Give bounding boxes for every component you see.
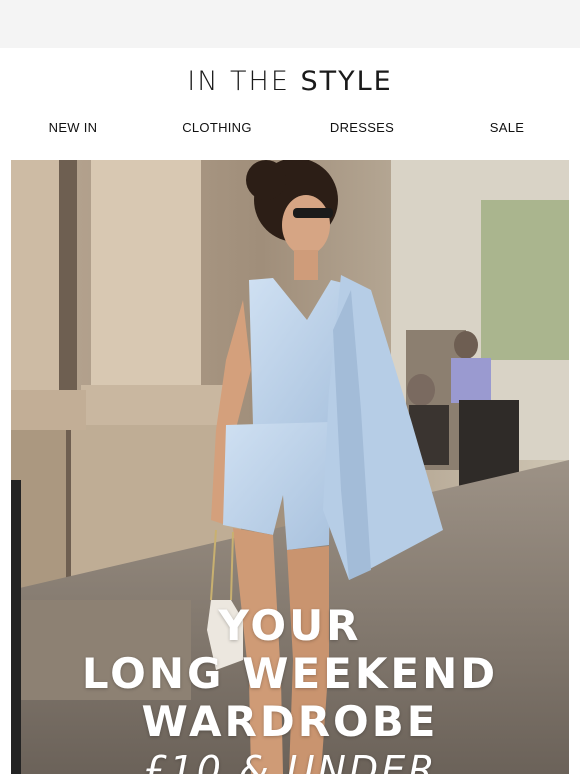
hero-banner[interactable]: YOUR LONG WEEKEND WARDROBE £10 & UNDER: [11, 160, 569, 774]
logo-text-part1: IN THE: [187, 66, 301, 97]
nav-item-new-in[interactable]: NEW IN: [49, 120, 98, 135]
hero-headline-line3: WARDROBE: [141, 697, 439, 746]
hero-headline-line1: YOUR: [218, 601, 362, 650]
hero-price-line: £10 & UNDER: [142, 748, 438, 774]
brand-logo[interactable]: IN THE STYLE: [0, 62, 580, 102]
nav-item-sale[interactable]: SALE: [490, 120, 524, 135]
nav-item-clothing[interactable]: CLOTHING: [182, 120, 252, 135]
top-bar: [0, 0, 580, 48]
main-nav: NEW IN CLOTHING DRESSES SALE: [0, 120, 580, 140]
logo-text-part2: STYLE: [300, 66, 393, 97]
nav-item-dresses[interactable]: DRESSES: [330, 120, 394, 135]
hero-headline-line2: LONG WEEKEND: [81, 649, 499, 698]
